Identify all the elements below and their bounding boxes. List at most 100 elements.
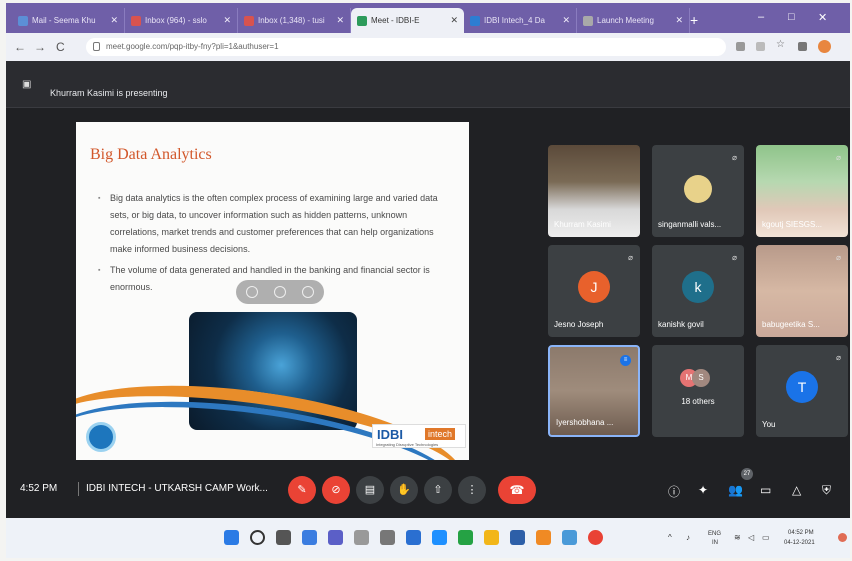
- lang-label[interactable]: ENG: [708, 531, 721, 537]
- tab-favicon-icon: [18, 15, 28, 26]
- chevron-up-icon[interactable]: ^: [668, 533, 672, 542]
- profile-avatar[interactable]: [818, 40, 831, 53]
- camera-off-button[interactable]: ⊘: [322, 476, 350, 504]
- new-tab-button[interactable]: +: [690, 12, 698, 28]
- tab-title: Launch Meeting: [597, 16, 654, 25]
- browser-tab[interactable]: Inbox (1,348) - tusi ✕: [238, 8, 351, 33]
- shield-icon[interactable]: ⛨: [822, 483, 831, 498]
- pin-icon[interactable]: [246, 286, 258, 298]
- tab-title: Meet - IDBI-E: [371, 16, 420, 25]
- captions-button[interactable]: ▤: [356, 476, 384, 504]
- close-tab-icon[interactable]: ✕: [450, 15, 458, 26]
- participant-tile[interactable]: ⌀ singanmalli vals...: [652, 145, 744, 237]
- close-tab-icon[interactable]: ✕: [675, 15, 683, 26]
- participant-name: 18 others: [681, 397, 715, 406]
- shared-slide: Big Data Analytics Big data analytics is…: [76, 122, 469, 460]
- search-icon[interactable]: [250, 530, 265, 545]
- notification-icon[interactable]: [838, 533, 847, 542]
- more-options-button[interactable]: ⋮: [458, 476, 486, 504]
- shapes-icon[interactable]: △: [792, 483, 801, 497]
- mic-off-icon: ⌀: [732, 153, 737, 162]
- wifi-icon[interactable]: ≋: [734, 533, 741, 542]
- office-icon[interactable]: [536, 530, 551, 545]
- window-maximize-button[interactable]: □: [788, 11, 795, 23]
- participant-tile[interactable]: Khurram Kasimi: [548, 145, 640, 237]
- lock-icon: [93, 42, 100, 51]
- battery-icon[interactable]: ▭: [762, 533, 770, 542]
- reload-button[interactable]: C: [56, 40, 65, 54]
- extension-icon[interactable]: [756, 42, 765, 51]
- tab-favicon-icon: [357, 15, 367, 26]
- region-label[interactable]: IN: [712, 540, 718, 546]
- mic-off-icon: ⌀: [836, 253, 841, 262]
- activities-icon[interactable]: ✦: [698, 483, 708, 497]
- task-view-icon[interactable]: [276, 530, 291, 545]
- people-icon[interactable]: 👥: [728, 483, 743, 497]
- start-icon[interactable]: [224, 530, 239, 545]
- camera-icon[interactable]: [736, 42, 745, 51]
- whatsapp-icon[interactable]: [458, 530, 473, 545]
- volume-icon[interactable]: ◁: [748, 533, 754, 542]
- mail-icon[interactable]: [510, 530, 525, 545]
- window-close-button[interactable]: ✕: [818, 11, 827, 24]
- browser-tab[interactable]: Launch Meeting ✕: [577, 8, 690, 33]
- mute-icon[interactable]: [274, 286, 286, 298]
- participant-name: kanishk govil: [658, 320, 704, 329]
- widgets-icon[interactable]: [302, 530, 317, 545]
- pen-icon[interactable]: [380, 530, 395, 545]
- address-bar[interactable]: meet.google.com/pqp-itby-fny?pli=1&authu…: [86, 38, 726, 56]
- participant-tile[interactable]: ⌀ kgoutj SIESGS...: [756, 145, 848, 237]
- browser-tab[interactable]: Mail - Seema Khu ✕: [12, 8, 125, 33]
- window-minimize-button[interactable]: –: [758, 11, 764, 23]
- meet-controls: 4:52 PM IDBI INTECH - UTKARSH CAMP Work.…: [6, 464, 850, 518]
- chat-icon[interactable]: ▭: [760, 483, 771, 497]
- presentation-tools[interactable]: [236, 280, 324, 304]
- tab-title: Mail - Seema Khu: [32, 16, 96, 25]
- present-button[interactable]: ⇧: [424, 476, 452, 504]
- browser-tab[interactable]: Meet - IDBI-E ✕: [351, 8, 464, 33]
- participant-tile[interactable]: M S 18 others: [652, 345, 744, 437]
- app-icon[interactable]: [562, 530, 577, 545]
- remove-icon[interactable]: [302, 286, 314, 298]
- avatar: T: [786, 371, 818, 403]
- end-call-button[interactable]: ☎: [498, 476, 536, 504]
- divider: [78, 482, 79, 496]
- edge-icon[interactable]: [432, 530, 447, 545]
- browser-tab-strip: Mail - Seema Khu ✕ Inbox (964) - sslo ✕ Inbo…: [6, 3, 850, 33]
- settings-icon[interactable]: [354, 530, 369, 545]
- browser-tab[interactable]: Inbox (964) - sslo ✕: [125, 8, 238, 33]
- meet-stage: Big Data Analytics Big data analytics is…: [6, 109, 850, 464]
- participant-tile[interactable]: ≡ Iyershobhana ...: [548, 345, 640, 437]
- avatar: k: [682, 271, 714, 303]
- speaking-icon: ≡: [620, 355, 631, 366]
- tray-date[interactable]: 04-12-2021: [784, 540, 815, 546]
- chat-app-icon[interactable]: [328, 530, 343, 545]
- tab-title: Inbox (1,348) - tusi: [258, 16, 325, 25]
- chrome-icon[interactable]: [588, 530, 603, 545]
- close-tab-icon[interactable]: ✕: [223, 15, 231, 26]
- info-icon[interactable]: ⓘ: [668, 483, 680, 500]
- star-icon[interactable]: ☆: [776, 39, 785, 50]
- tab-title: IDBI Intech_4 Da: [484, 16, 545, 25]
- tab-favicon-icon: [470, 15, 480, 26]
- mic-off-icon: ⌀: [836, 353, 841, 362]
- back-button[interactable]: ←: [14, 40, 26, 54]
- close-tab-icon[interactable]: ✕: [336, 15, 344, 26]
- tray-time[interactable]: 04:52 PM: [788, 530, 814, 536]
- close-tab-icon[interactable]: ✕: [110, 15, 118, 26]
- folder-icon[interactable]: [484, 530, 499, 545]
- participant-tile[interactable]: T ⌀ You: [756, 345, 848, 437]
- raise-hand-button[interactable]: ✋: [390, 476, 418, 504]
- forward-button[interactable]: →: [34, 40, 46, 54]
- close-tab-icon[interactable]: ✕: [562, 15, 570, 26]
- mic-tray-icon[interactable]: ♪: [686, 533, 690, 542]
- browser-tab[interactable]: IDBI Intech_4 Da ✕: [464, 8, 577, 33]
- store-icon[interactable]: [406, 530, 421, 545]
- puzzle-icon[interactable]: [798, 42, 807, 51]
- participant-name: Iyershobhana ...: [556, 418, 614, 427]
- mic-off-button[interactable]: ✎: [288, 476, 316, 504]
- participant-tile[interactable]: ⌀ babugeetika S...: [756, 245, 848, 337]
- participant-tile[interactable]: k ⌀ kanishk govil: [652, 245, 744, 337]
- people-count-badge: 27: [741, 468, 753, 480]
- participant-tile[interactable]: J ⌀ Jesno Joseph: [548, 245, 640, 337]
